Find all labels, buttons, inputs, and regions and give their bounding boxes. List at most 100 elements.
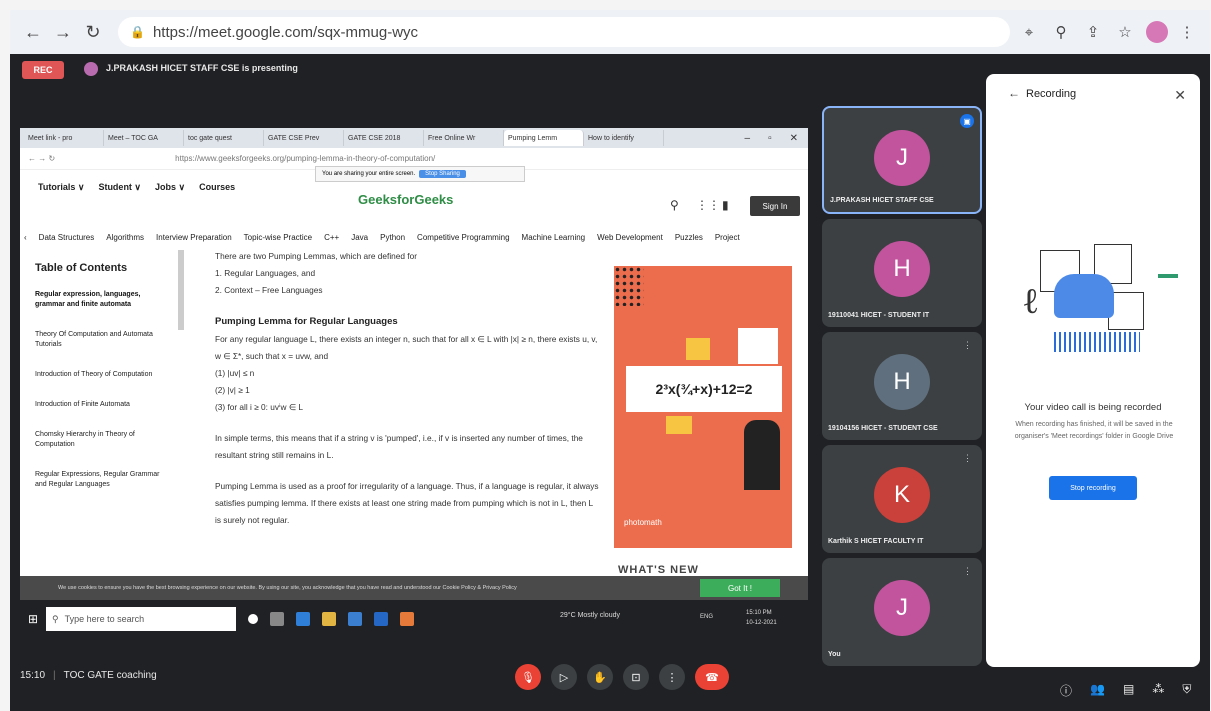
present-icon[interactable]: ⊡ (623, 664, 649, 690)
address-bar[interactable]: 🔒 https://meet.google.com/sqx-mmug-wyc (118, 17, 1010, 47)
table-of-contents: Table of Contents Regular expression, la… (20, 248, 180, 578)
ad-fraction-box (738, 328, 778, 364)
category-item: Algorithms (106, 232, 145, 242)
share-icon[interactable]: ⇪ (1080, 19, 1106, 45)
illus-person (1054, 274, 1114, 318)
search-icon: ⚲ (52, 613, 59, 624)
url-text: https://meet.google.com/sqx-mmug-wyc (152, 23, 419, 41)
people-icon[interactable]: 👥 (1090, 682, 1105, 699)
taskbar-search: ⚲ Type here to search (46, 607, 236, 631)
shared-url: https://www.geeksforgeeks.org/pumping-le… (175, 154, 436, 163)
shared-tab-active: Pumping Lemm (504, 130, 584, 146)
category-item: Puzzles (674, 232, 703, 242)
store-icon (348, 612, 362, 626)
firefox-icon (400, 612, 414, 626)
taskbar-weather: 29°C Mostly cloudy (560, 612, 620, 619)
end-call-icon[interactable]: ☎ (695, 664, 729, 690)
sign-in-button: Sign In (750, 196, 800, 216)
photomath-ad: 2³x(¾+x)+12=2 photomath (614, 266, 792, 548)
participant-name: 19110041 HICET - STUDENT IT (828, 312, 930, 319)
category-item: Project (714, 232, 740, 242)
participant-name: 19104156 HICET - STUDENT CSE (828, 425, 938, 432)
category-item: Machine Learning (521, 232, 586, 242)
taskbar-search-placeholder: Type here to search (64, 614, 145, 624)
more-options-icon[interactable]: ⋮ (963, 453, 972, 464)
toc-item: Regular Expressions, Regular Grammar and… (35, 471, 160, 488)
cookie-banner: We use cookies to ensure you have the be… (20, 576, 808, 600)
category-item: Interview Preparation (156, 232, 232, 242)
stop-recording-button[interactable]: Stop recording (1049, 476, 1137, 500)
star-icon[interactable]: ☆ (1112, 19, 1138, 45)
raise-hand-icon[interactable]: ✋ (587, 664, 613, 690)
article-paragraph: In simple terms, this means that if a st… (215, 433, 583, 460)
presenting-icon: ▣ (960, 114, 974, 128)
participant-tile[interactable]: ⋮ K Karthik S HICET FACULTY IT (822, 445, 982, 553)
got-it-button: Got It ! (700, 579, 780, 597)
reload-icon[interactable]: ↻ (80, 19, 106, 45)
gfg-nav-item: Tutorials ∨ (38, 181, 85, 192)
participant-tile[interactable]: ⋮ H 19104156 HICET - STUDENT CSE (822, 332, 982, 440)
minimize-icon: – (744, 132, 751, 144)
close-icon: ✕ (789, 132, 798, 144)
more-options-icon[interactable]: ⋮ (963, 340, 972, 351)
more-options-icon[interactable]: ⋮ (963, 566, 972, 577)
camera-icon[interactable]: ▷ (551, 664, 577, 690)
article-condition: (3) for all i ≥ 0: uvⁱw ∈ L (215, 402, 303, 412)
kebab-menu-icon[interactable]: ⋮ (1174, 19, 1200, 45)
info-icon[interactable]: ⓘ (1060, 682, 1072, 699)
host-controls-icon[interactable]: ⛨ (1182, 682, 1191, 699)
ad-box (666, 416, 692, 434)
lens-icon[interactable]: ⌖ (1016, 19, 1042, 45)
task-view-icon (270, 612, 284, 626)
close-icon[interactable]: ✕ (1174, 87, 1186, 104)
recording-illustration: ℓ (1014, 244, 1178, 364)
article-condition: (1) |uv| ≤ n (215, 368, 255, 378)
side-controls: ⓘ 👥 ▤ ⁂ ⛨ (1060, 682, 1191, 699)
whats-new-heading: WHAT'S NEW (618, 564, 699, 576)
stop-sharing-button: Stop Sharing (419, 170, 466, 178)
participant-tile[interactable]: H 19110041 HICET - STUDENT IT (822, 219, 982, 327)
chevron-left-icon: ‹ (24, 232, 27, 242)
shared-tab: Free Online Wr (424, 130, 504, 146)
participant-avatar: J (874, 580, 930, 636)
participant-tile[interactable]: ▣ J J.PRAKASH HICET STAFF CSE (822, 106, 982, 214)
bookmark-icon: ▮ (722, 198, 729, 212)
back-arrow-icon[interactable]: ← (20, 19, 46, 45)
shared-back-icon: ← → ↻ (28, 154, 56, 163)
illus-line (1158, 274, 1178, 278)
toc-scrollbar (178, 250, 184, 330)
shared-tab: GATE CSE 2018 (344, 130, 424, 146)
participant-name: J.PRAKASH HICET STAFF CSE (830, 197, 934, 204)
back-arrow-icon[interactable]: ← (1008, 86, 1020, 100)
profile-icon[interactable] (1146, 21, 1168, 43)
article-paragraph: For any regular language L, there exists… (215, 334, 598, 361)
participant-name: Karthik S HICET FACULTY IT (828, 538, 924, 545)
ad-person-illustration (744, 420, 780, 490)
ad-dots (614, 266, 644, 306)
shared-tab: toc gate quest (184, 130, 264, 146)
article-intro: There are two Pumping Lemmas, which are … (215, 251, 417, 261)
gfg-logo: GeeksforGeeks (358, 192, 454, 207)
screenshot: ← → ↻ 🔒 https://meet.google.com/sqx-mmug… (0, 0, 1211, 711)
mic-off-icon[interactable]: 🎙 (515, 664, 541, 690)
more-options-icon[interactable]: ⋮ (659, 664, 685, 690)
article-list-item: 1. Regular Languages, and (215, 268, 316, 278)
recording-panel: ← Recording ✕ ℓ Your video call is being… (986, 74, 1200, 667)
maximize-icon: ▫ (768, 132, 772, 144)
article-paragraph: Pumping Lemma is used as a proof for irr… (215, 481, 599, 525)
illus-soundwave (1054, 332, 1140, 352)
toc-item: Regular expression, languages, grammar a… (35, 291, 141, 308)
zoom-icon[interactable]: ⚲ (1048, 19, 1074, 45)
participant-avatar: H (874, 354, 930, 410)
shared-tabbar: Meet link - pro Meet – TOC GA toc gate q… (20, 128, 808, 148)
chat-icon[interactable]: ▤ (1123, 682, 1134, 699)
rec-badge: REC (22, 61, 64, 79)
forward-arrow-icon[interactable]: → (50, 19, 76, 45)
participant-tile-self[interactable]: ⋮ J You (822, 558, 982, 666)
cookie-text: We use cookies to ensure you have the be… (58, 585, 517, 591)
gfg-nav-item: Courses (199, 182, 236, 192)
sharing-notice: You are sharing your entire screen. Stop… (315, 166, 525, 182)
activities-icon[interactable]: ⁂ (1152, 682, 1164, 699)
article-list-item: 2. Context – Free Languages (215, 285, 323, 295)
meet-window: REC J.PRAKASH HICET STAFF CSE is present… (10, 54, 1210, 711)
